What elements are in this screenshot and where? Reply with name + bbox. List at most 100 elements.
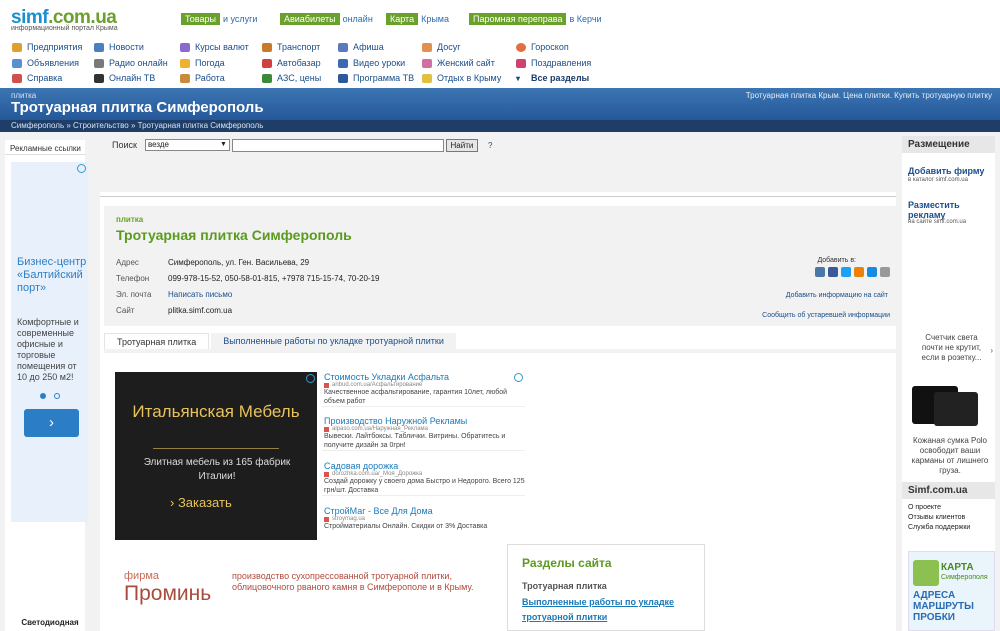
support-link[interactable]: Служба поддержки [908,523,970,533]
add-info-link[interactable]: Добавить информацию на сайт [786,292,888,299]
order-button[interactable]: › Заказать [170,495,232,510]
energy-ad-text[interactable]: Счетчик света почти не крутит, если в ро… [914,333,989,363]
add-company-link[interactable]: Добавить фирму [908,166,984,176]
nav-transport[interactable]: Транспорт [262,40,320,54]
nav-label: Поздравления [531,58,592,68]
section-completed-works-link[interactable]: Выполненные работы по укладке тротуарной… [522,595,702,625]
mailru-icon[interactable] [867,267,877,277]
tab-completed-works[interactable]: Выполненные работы по укладке тротуарной… [211,333,456,349]
breadcrumb-city[interactable]: Симферополь [11,121,64,130]
nav-jobs[interactable]: Работа [180,71,225,85]
nav-tv[interactable]: Онлайн ТВ [94,71,155,85]
left-ad-headline[interactable]: Бизнес-центр «Балтийский порт» [17,256,87,295]
nav-women[interactable]: Женский сайт [422,56,495,70]
nav-label: Онлайн ТВ [109,73,156,83]
nav-cars[interactable]: Автобазар [262,56,321,70]
company-category[interactable]: плитка [116,215,143,224]
bag-shape [934,392,978,426]
chevron-right-icon[interactable]: › [990,346,993,355]
text-ad-title[interactable]: Стоимость Укладки Асфальта [322,372,525,382]
divider [153,448,279,449]
promo-ferry[interactable]: Паромная переправа в Керчи [469,13,602,25]
site-title: Simf.com.ua [902,482,995,499]
text-ads: Стоимость Укладки Асфальта anbud.com.ua/… [322,372,525,540]
adchoices-icon[interactable] [306,374,315,383]
nav-events[interactable]: Афиша [338,40,384,54]
link-icon[interactable] [880,267,890,277]
reviews-link[interactable]: Отзывы клиентов [908,513,970,523]
search-bar: Поиск везде ▼ Найти ? [112,138,492,152]
text-ad[interactable]: Садовая дорожка dorozhka.com.ua/_Моя_Дор… [322,461,525,496]
city-map-banner[interactable]: КАРТА Симферополя АДРЕСА МАРШРУТЫ ПРОБКИ [908,551,995,631]
map-text: АДРЕСА МАРШРУТЫ ПРОБКИ [913,590,974,623]
nav-currency[interactable]: Курсы валют [180,40,249,54]
promo-tag: Товары [181,13,220,25]
odnoklassniki-icon[interactable] [854,267,864,277]
promo-tag: Паромная переправа [469,13,567,25]
women-icon [422,58,432,68]
nav-companies[interactable]: Предприятия [12,40,82,54]
nav-label: Справка [27,73,63,83]
nav-label: Программа ТВ [353,73,415,83]
nav-tv-program[interactable]: Программа ТВ [338,71,414,85]
promo-tickets[interactable]: Авиабилеты онлайн [280,13,373,25]
text-ad-title[interactable]: Садовая дорожка [322,461,525,471]
text-ad[interactable]: Стоимость Укладки Асфальта anbud.com.ua/… [322,372,525,407]
text-ad[interactable]: Производство Наружной Рекламы alpaso.com… [322,416,525,451]
nav-news[interactable]: Новости [94,40,144,54]
promo-goods[interactable]: Товары и услуги [181,13,257,25]
email-cell: Написать письмо [168,290,232,299]
chevron-right-icon[interactable]: › [24,409,79,437]
nav-video[interactable]: Видео уроки [338,56,405,70]
facebook-icon[interactable] [828,267,838,277]
nav-weather[interactable]: Погода [180,56,225,70]
nav-horoscope[interactable]: Гороскоп [516,40,569,54]
site-value[interactable]: plitka.simf.com.ua [168,306,232,315]
firm-name: Проминь [124,582,212,605]
nav-ads[interactable]: Объявления [12,56,79,70]
nav-fuel[interactable]: АЗС, цены [262,71,321,85]
email-label: Эл. почта [116,290,152,299]
search-scope-select[interactable]: везде ▼ [144,139,230,151]
palm-icon [422,73,432,83]
search-input[interactable] [231,138,444,152]
tab-paving-tiles[interactable]: Тротуарная плитка [104,333,210,349]
search-help-link[interactable]: ? [488,141,492,150]
carousel-dot[interactable] [54,393,60,399]
nav-label: Видео уроки [353,58,406,68]
about-link[interactable]: О проекте [908,503,970,513]
nav-help[interactable]: Справка [12,71,62,85]
nav-leisure[interactable]: Досуг [422,40,460,54]
firm-logo[interactable]: фирма Проминь [124,570,211,606]
nav-radio[interactable]: Радио онлайн [94,56,168,70]
breadcrumb-construction[interactable]: Строительство [73,121,129,130]
left-ad-text: Комфортные и современные офисные и торго… [17,317,79,382]
carousel-dot[interactable] [40,393,46,399]
nav-label: Объявления [27,58,80,68]
nav-holiday[interactable]: Отдых в Крыму [422,71,501,85]
bag-ad-text[interactable]: Кожаная сумка Polo освободит ваши карман… [908,436,992,476]
text-ad[interactable]: СтройМаг - Все Для Дома stroymag.ua Стро… [322,506,525,531]
text-ad-url: alpaso.com.ua/Наружная_Реклама [322,426,525,432]
text-ad-title[interactable]: СтройМаг - Все Для Дома [322,506,525,516]
nav-greetings[interactable]: Поздравления [516,56,591,70]
twitter-icon[interactable] [841,267,851,277]
write-email-link[interactable]: Написать письмо [168,290,232,299]
horoscope-icon [516,42,526,52]
vk-icon[interactable] [815,267,825,277]
report-outdated-link[interactable]: Сообщить об устаревшей информации [762,312,890,319]
tv-icon [94,73,104,83]
search-button[interactable]: Найти [445,138,478,152]
place-ad-link[interactable]: Разместить рекламу [908,200,995,220]
radio-icon [94,58,104,68]
text-ad-title[interactable]: Производство Наружной Рекламы [322,416,525,426]
left-ad-banner[interactable]: Бизнес-центр «Балтийский порт» Комфортны… [11,162,88,522]
adchoices-icon[interactable] [77,164,86,173]
promo-map[interactable]: Карта Крыма [386,13,450,25]
bag-image[interactable] [912,376,980,426]
nav-all-sections[interactable]: ▾ Все разделы [516,71,589,85]
promo-tag: Авиабилеты [280,13,340,25]
furniture-ad-banner[interactable]: Итальянская Мебель Элитная мебель из 165… [115,372,317,540]
promo-rest: Крыма [421,14,450,24]
breadcrumb-current[interactable]: Тротуарная плитка Симферополь [138,121,264,130]
